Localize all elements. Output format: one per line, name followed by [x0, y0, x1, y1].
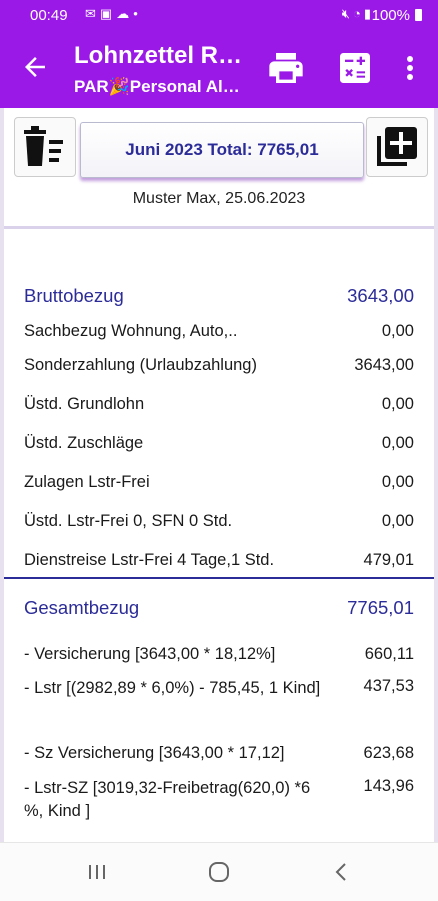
brutto-label: Bruttobezug [24, 285, 124, 306]
row-label: Dienstreise Lstr-Frei 4 Tage,1 Std. [24, 551, 275, 569]
row-label: - Lstr [(2982,89 * 6,0%) - 785,45, 1 Kin… [24, 679, 321, 697]
add-entry-button[interactable] [366, 117, 428, 177]
messages-icon: ✉ [85, 6, 100, 21]
wifi-icon: ◔ [352, 6, 364, 21]
print-icon[interactable] [266, 48, 306, 88]
employee-date-line: Muster Max, 25.06.2023 [132, 190, 306, 207]
gesamt-value: 7765,01 [347, 597, 414, 618]
row-label: Üstd. Lstr-Frei 0, SFN 0 Std. [24, 512, 233, 530]
section-divider [4, 577, 434, 579]
row-value: 0,00 [381, 322, 414, 340]
brutto-value: 3643,00 [347, 285, 414, 306]
row-label: - Sz Versicherung [3643,00 * 17,12] [24, 744, 285, 762]
row-value: 0,00 [381, 512, 414, 530]
cloud-icon: ☁ [116, 6, 134, 21]
add-box-icon [377, 127, 417, 166]
month-total-button[interactable]: Juni 2023 Total: 7765,01 [80, 122, 364, 178]
top-divider [4, 226, 434, 229]
right-edge [434, 108, 438, 842]
back-icon[interactable] [327, 860, 357, 884]
system-icons: 🔇︎◔▮ [342, 6, 374, 22]
battery-percent: 100% [371, 7, 410, 24]
status-bar: 00:49 ✉▣☁• 🔇︎◔▮ 100% [0, 0, 438, 30]
toolbar-area: Juni 2023 Total: 7765,01 Muster Max, 25.… [4, 108, 434, 228]
row-label: - Lstr-SZ [3019,32-Freibetrag(620,0) *6 … [24, 779, 311, 820]
row-value: 0,00 [381, 473, 414, 491]
recent-apps-icon[interactable] [82, 860, 112, 884]
row-label: Üstd. Zuschläge [24, 434, 144, 452]
row-label: Zulagen Lstr-Frei [24, 473, 150, 491]
delete-list-icon [24, 126, 63, 166]
battery-icon [415, 9, 422, 21]
row-label: - Versicherung [3643,00 * 18,12%] [24, 645, 276, 663]
app-bar: Lohnzettel R… PAR🎉Personal Al… [0, 30, 438, 108]
row-label: Üstd. Grundlohn [24, 395, 145, 413]
notification-icons: ✉▣☁• [85, 6, 142, 22]
back-arrow-icon[interactable] [20, 52, 50, 82]
row-value: 479,01 [363, 551, 414, 569]
gallery-icon: ▣ [99, 6, 117, 21]
home-icon[interactable] [204, 860, 234, 884]
row-value: 143,96 [363, 777, 414, 795]
row-value: 3643,00 [354, 356, 414, 374]
row-value: 623,68 [363, 744, 414, 762]
row-value: 0,00 [381, 395, 414, 413]
more-options-icon[interactable] [392, 48, 428, 88]
row-label: Sachbezug Wohnung, Auto,.. [24, 322, 238, 340]
page-title: Lohnzettel R… [74, 42, 242, 69]
system-nav-bar [0, 842, 438, 901]
calculator-icon[interactable] [335, 48, 375, 88]
row-value: 0,00 [381, 434, 414, 452]
row-label: Sonderzahlung (Urlaubzahlung) [24, 356, 257, 374]
payslip-content: Juni 2023 Total: 7765,01 Muster Max, 25.… [4, 108, 434, 842]
row-value: 660,11 [364, 645, 414, 663]
gesamt-label: Gesamtbezug [24, 597, 140, 618]
page-subtitle: PAR🎉Personal Al… [74, 77, 240, 96]
row-value: 437,53 [363, 677, 414, 695]
status-time: 00:49 [30, 7, 68, 24]
delete-list-button[interactable] [14, 117, 76, 177]
mute-icon: 🔇︎ [341, 6, 353, 21]
dot-icon: • [133, 6, 142, 21]
